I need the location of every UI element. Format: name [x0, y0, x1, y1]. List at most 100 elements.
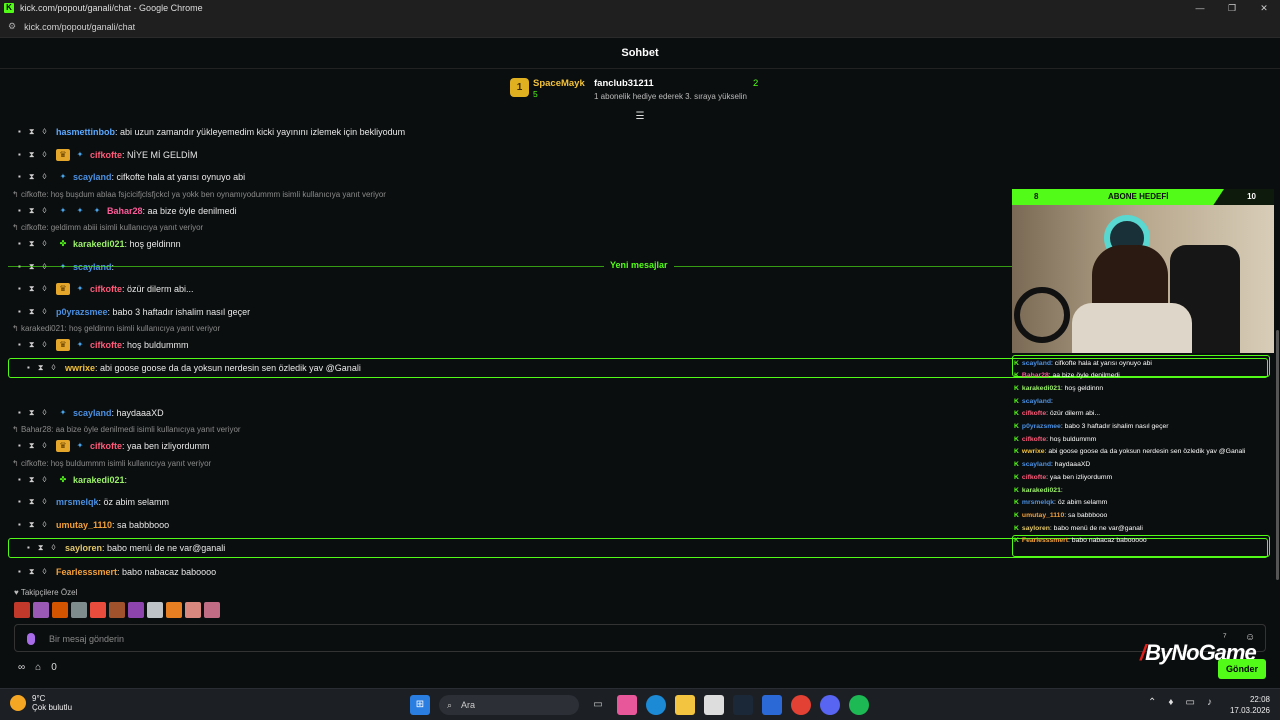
- shield-icon[interactable]: ◊: [42, 172, 46, 182]
- clock[interactable]: 22:08 17.03.2026: [1230, 694, 1270, 716]
- shield-icon[interactable]: ◊: [42, 408, 46, 418]
- message-username[interactable]: cifkofte: [90, 441, 122, 451]
- send-button[interactable]: Gönder: [1218, 659, 1266, 679]
- timeout-icon[interactable]: ⧗: [29, 520, 35, 530]
- timeout-icon[interactable]: ⧗: [29, 262, 35, 272]
- delete-icon[interactable]: ▪: [18, 441, 21, 451]
- mail-icon[interactable]: [762, 695, 782, 715]
- emote-icon[interactable]: [109, 602, 125, 618]
- timeout-icon[interactable]: ⧗: [29, 150, 35, 160]
- delete-icon[interactable]: ▪: [18, 239, 21, 249]
- message-username[interactable]: cifkofte: [90, 340, 122, 350]
- delete-icon[interactable]: ▪: [27, 543, 30, 553]
- emote-icon[interactable]: [147, 602, 163, 618]
- timeout-icon[interactable]: ⧗: [29, 284, 35, 294]
- emote-icon[interactable]: [90, 602, 106, 618]
- delete-icon[interactable]: ▪: [18, 475, 21, 485]
- message-username[interactable]: sayloren: [65, 543, 102, 553]
- chrome-icon[interactable]: [791, 695, 811, 715]
- message-username[interactable]: karakedi021: [73, 239, 125, 249]
- gift-icon[interactable]: ⌂: [35, 662, 41, 673]
- delete-icon[interactable]: ▪: [18, 262, 21, 272]
- timeout-icon[interactable]: ⧗: [29, 408, 35, 418]
- delete-icon[interactable]: ▪: [18, 307, 21, 317]
- shield-icon[interactable]: ◊: [42, 206, 46, 216]
- reply-context[interactable]: ↰ cifkofte: hoş buldummm isimli kullanıc…: [12, 459, 211, 468]
- emote-icon[interactable]: [14, 602, 30, 618]
- delete-icon[interactable]: ▪: [18, 567, 21, 577]
- site-settings-icon[interactable]: ⚙: [8, 21, 16, 32]
- reply-context[interactable]: ↰ karakedi021: hoş geldinnn isimli kulla…: [12, 324, 220, 333]
- delete-icon[interactable]: ▪: [18, 206, 21, 216]
- close-button[interactable]: ✕: [1248, 0, 1280, 16]
- shield-icon[interactable]: ◊: [42, 284, 46, 294]
- reply-context[interactable]: ↰ cifkofte: hoş buşdum ablaa fsjcicifjcl…: [12, 190, 386, 199]
- message-input[interactable]: Bir mesaj gönderin ⁷ ☺: [14, 624, 1266, 652]
- restore-button[interactable]: ❐: [1216, 0, 1248, 16]
- message-username[interactable]: scayland: [73, 262, 112, 272]
- delete-icon[interactable]: ▪: [18, 340, 21, 350]
- mic-icon[interactable]: [27, 633, 35, 645]
- steam-icon[interactable]: [733, 695, 753, 715]
- shield-icon[interactable]: ◊: [42, 441, 46, 451]
- address-url[interactable]: kick.com/popout/ganali/chat: [24, 22, 135, 32]
- task-view-icon[interactable]: ▭: [588, 695, 608, 715]
- emote-icon[interactable]: [166, 602, 182, 618]
- leader-first[interactable]: 1 SpaceMayk 5: [510, 78, 585, 99]
- collapse-icon[interactable]: ☰: [633, 112, 647, 122]
- timeout-icon[interactable]: ⧗: [29, 172, 35, 182]
- emote-icon[interactable]: [185, 602, 201, 618]
- file-explorer-icon[interactable]: [675, 695, 695, 715]
- timeout-icon[interactable]: ⧗: [29, 239, 35, 249]
- reply-context[interactable]: ↰ cifkofte: geldimm abiii isimli kullanı…: [12, 223, 203, 232]
- delete-icon[interactable]: ▪: [18, 408, 21, 418]
- timeout-icon[interactable]: ⧗: [29, 567, 35, 577]
- spotify-icon[interactable]: [849, 695, 869, 715]
- shield-icon[interactable]: ◊: [51, 363, 55, 373]
- delete-icon[interactable]: ▪: [18, 284, 21, 294]
- timeout-icon[interactable]: ⧗: [29, 497, 35, 507]
- delete-icon[interactable]: ▪: [18, 520, 21, 530]
- taskbar-search[interactable]: ⌕ Ara: [439, 695, 579, 715]
- volume-icon[interactable]: ♪: [1207, 697, 1212, 708]
- delete-icon[interactable]: ▪: [18, 497, 21, 507]
- copilot-icon[interactable]: [617, 695, 637, 715]
- emote-icon[interactable]: [52, 602, 68, 618]
- emote-icon[interactable]: [71, 602, 87, 618]
- emote-icon[interactable]: [33, 602, 49, 618]
- delete-icon[interactable]: ▪: [18, 150, 21, 160]
- address-bar[interactable]: ⚙ kick.com/popout/ganali/chat: [0, 16, 1280, 38]
- message-username[interactable]: Fearlesssmert: [56, 567, 117, 577]
- shield-icon[interactable]: ◊: [42, 150, 46, 160]
- delete-icon[interactable]: ▪: [18, 127, 21, 137]
- timeout-icon[interactable]: ⧗: [29, 307, 35, 317]
- timeout-icon[interactable]: ⧗: [29, 441, 35, 451]
- message-username[interactable]: cifkofte: [90, 284, 122, 294]
- message-username[interactable]: cifkofte: [90, 150, 122, 160]
- shield-icon[interactable]: ◊: [42, 497, 46, 507]
- shield-icon[interactable]: ◊: [42, 307, 46, 317]
- shield-icon[interactable]: ◊: [42, 262, 46, 272]
- timeout-icon[interactable]: ⧗: [29, 340, 35, 350]
- message-username[interactable]: p0yrazsmee: [56, 307, 108, 317]
- network-icon[interactable]: ▭: [1186, 697, 1195, 708]
- message-username[interactable]: scayland: [73, 172, 112, 182]
- weather-widget[interactable]: 9°C Çok bulutlu: [10, 694, 72, 712]
- delete-icon[interactable]: ▪: [18, 172, 21, 182]
- chat-scrollbar[interactable]: [1276, 330, 1279, 580]
- windows-start-icon[interactable]: ⊞: [410, 695, 430, 715]
- tray-chevron-icon[interactable]: ⌃: [1148, 697, 1156, 708]
- points-icon[interactable]: ∞: [18, 662, 25, 673]
- tray-mic-icon[interactable]: ♦: [1168, 697, 1173, 708]
- shield-icon[interactable]: ◊: [42, 340, 46, 350]
- message-username[interactable]: umutay_1110: [56, 520, 112, 530]
- reply-context[interactable]: ↰ Bahar28: aa bize öyle denilmedi isimli…: [12, 425, 241, 434]
- discord-icon[interactable]: [820, 695, 840, 715]
- timeout-icon[interactable]: ⧗: [29, 127, 35, 137]
- message-username[interactable]: karakedi021: [73, 475, 125, 485]
- shield-icon[interactable]: ◊: [42, 567, 46, 577]
- shield-icon[interactable]: ◊: [42, 475, 46, 485]
- timeout-icon[interactable]: ⧗: [38, 543, 44, 553]
- message-username[interactable]: wwrixe: [65, 363, 95, 373]
- shield-icon[interactable]: ◊: [42, 520, 46, 530]
